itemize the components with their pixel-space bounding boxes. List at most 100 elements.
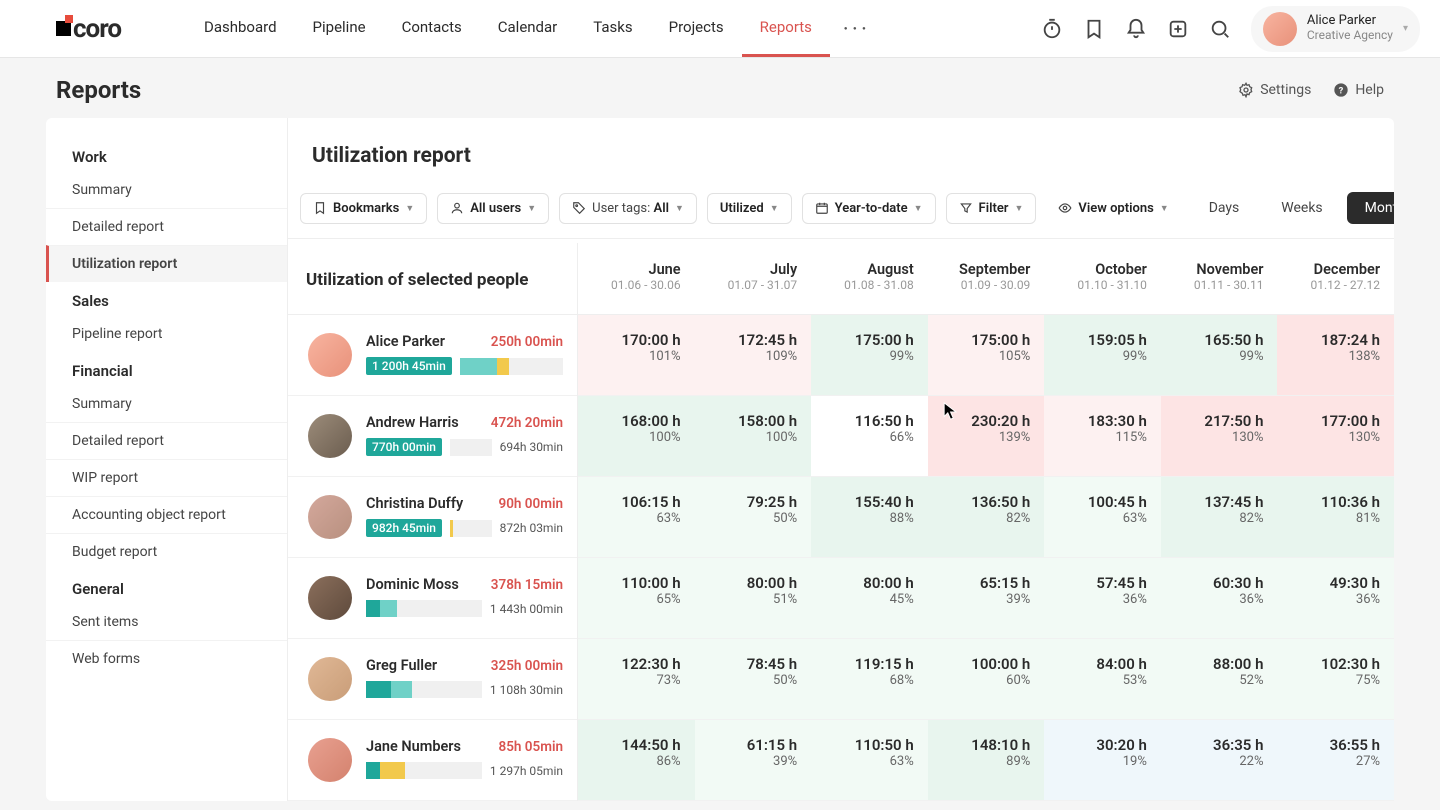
users-filter[interactable]: All users ▼: [437, 193, 549, 224]
month-cell[interactable]: 100:00 h60%: [928, 639, 1045, 719]
month-cell[interactable]: 137:45 h82%: [1161, 477, 1278, 557]
seg-weeks[interactable]: Weeks: [1263, 192, 1340, 224]
month-cell[interactable]: 88:00 h52%: [1161, 639, 1278, 719]
filter-button[interactable]: Filter ▼: [946, 193, 1037, 224]
side-item[interactable]: Utilization report: [46, 245, 287, 282]
side-item[interactable]: Summary: [46, 172, 287, 208]
search-icon[interactable]: [1209, 18, 1231, 40]
timer-icon[interactable]: [1041, 18, 1063, 40]
month-cell[interactable]: 57:45 h36%: [1044, 558, 1161, 638]
months-scroll[interactable]: June01.06 - 30.06July01.07 - 31.07August…: [578, 243, 1394, 801]
bookmarks-filter[interactable]: Bookmarks ▼: [300, 193, 427, 224]
date-filter[interactable]: Year-to-date ▼: [802, 193, 936, 224]
person-row[interactable]: Andrew Harris472h 20min770h 00min694h 30…: [288, 396, 577, 477]
month-cell[interactable]: 60:30 h36%: [1161, 558, 1278, 638]
avatar: [308, 738, 352, 782]
month-cell[interactable]: 36:35 h22%: [1161, 720, 1278, 800]
utilized-filter[interactable]: Utilized ▼: [707, 193, 792, 224]
person-row[interactable]: Greg Fuller325h 00min1 108h 30min: [288, 639, 577, 720]
month-cell[interactable]: 187:24 h138%: [1277, 315, 1394, 395]
page-actions: Settings ? Help: [1238, 82, 1384, 98]
side-group-sales: Sales: [46, 282, 287, 316]
side-item[interactable]: Summary: [46, 386, 287, 422]
month-cell[interactable]: 175:00 h105%: [928, 315, 1045, 395]
person-row[interactable]: Jane Numbers85h 05min1 297h 05min: [288, 720, 577, 801]
month-cell[interactable]: 136:50 h82%: [928, 477, 1045, 557]
month-cell[interactable]: 106:15 h63%: [578, 477, 695, 557]
month-cell[interactable]: 110:36 h81%: [1277, 477, 1394, 557]
nav-contacts[interactable]: Contacts: [384, 0, 480, 57]
chevron-down-icon: ▼: [1160, 203, 1169, 214]
side-item[interactable]: Sent items: [46, 604, 287, 640]
month-cell[interactable]: 100:45 h63%: [1044, 477, 1161, 557]
month-cell[interactable]: 80:00 h45%: [811, 558, 928, 638]
side-item[interactable]: Pipeline report: [46, 316, 287, 352]
side-item[interactable]: Detailed report: [46, 422, 287, 459]
nav-projects[interactable]: Projects: [651, 0, 742, 57]
settings-label: Settings: [1260, 82, 1311, 98]
nav-pipeline[interactable]: Pipeline: [295, 0, 384, 57]
nav-calendar[interactable]: Calendar: [480, 0, 576, 57]
content: Utilization report Bookmarks ▼ All users…: [288, 118, 1394, 801]
month-cell[interactable]: 155:40 h88%: [811, 477, 928, 557]
month-cell[interactable]: 168:00 h100%: [578, 396, 695, 476]
month-cell[interactable]: 61:15 h39%: [695, 720, 812, 800]
nav-dashboard[interactable]: Dashboard: [186, 0, 295, 57]
seg-months[interactable]: Months: [1347, 192, 1394, 224]
month-cell[interactable]: 148:10 h89%: [928, 720, 1045, 800]
month-cell[interactable]: 49:30 h36%: [1277, 558, 1394, 638]
month-cell[interactable]: 65:15 h39%: [928, 558, 1045, 638]
side-item[interactable]: Detailed report: [46, 208, 287, 245]
nav-more-icon[interactable]: ● ● ●: [830, 25, 882, 32]
month-cell[interactable]: 119:15 h68%: [811, 639, 928, 719]
side-group-work: Work: [46, 138, 287, 172]
nav-tasks[interactable]: Tasks: [575, 0, 650, 57]
month-cell[interactable]: 110:50 h63%: [811, 720, 928, 800]
month-cell[interactable]: 80:00 h51%: [695, 558, 812, 638]
month-cell[interactable]: 172:45 h109%: [695, 315, 812, 395]
person-row[interactable]: Christina Duffy90h 00min982h 45min872h 0…: [288, 477, 577, 558]
month-cell[interactable]: 30:20 h19%: [1044, 720, 1161, 800]
month-cell[interactable]: 159:05 h99%: [1044, 315, 1161, 395]
month-cell[interactable]: 165:50 h99%: [1161, 315, 1278, 395]
bell-icon[interactable]: [1125, 18, 1147, 40]
tags-filter[interactable]: User tags: All ▼: [559, 193, 697, 224]
month-cell[interactable]: 102:30 h75%: [1277, 639, 1394, 719]
month-cell[interactable]: 79:25 h50%: [695, 477, 812, 557]
logo[interactable]: coro: [56, 14, 121, 44]
month-cell[interactable]: 230:20 h139%: [928, 396, 1045, 476]
help-link[interactable]: ? Help: [1333, 82, 1384, 98]
month-cell[interactable]: 170:00 h101%: [578, 315, 695, 395]
side-item[interactable]: Budget report: [46, 533, 287, 570]
month-cell[interactable]: 122:30 h73%: [578, 639, 695, 719]
person-row[interactable]: Alice Parker250h 00min1 200h 45min: [288, 315, 577, 396]
chevron-down-icon: ▾: [1403, 23, 1408, 34]
month-cell[interactable]: 175:00 h99%: [811, 315, 928, 395]
utilization-bar: [460, 358, 563, 375]
filter-icon: [959, 201, 973, 215]
month-cell[interactable]: 36:55 h27%: [1277, 720, 1394, 800]
side-item[interactable]: WIP report: [46, 459, 287, 496]
month-cell[interactable]: 158:00 h100%: [695, 396, 812, 476]
month-header: October01.10 - 31.10: [1044, 243, 1161, 314]
settings-link[interactable]: Settings: [1238, 82, 1311, 98]
month-cell[interactable]: 217:50 h130%: [1161, 396, 1278, 476]
time-segment: Days Weeks Months: [1191, 192, 1394, 224]
month-cell[interactable]: 177:00 h130%: [1277, 396, 1394, 476]
plus-box-icon[interactable]: [1167, 18, 1189, 40]
month-cell[interactable]: 116:50 h66%: [811, 396, 928, 476]
month-cell[interactable]: 144:50 h86%: [578, 720, 695, 800]
month-cell[interactable]: 78:45 h50%: [695, 639, 812, 719]
person-row[interactable]: Dominic Moss378h 15min1 443h 00min: [288, 558, 577, 639]
side-item[interactable]: Web forms: [46, 640, 287, 677]
month-cell[interactable]: 110:00 h65%: [578, 558, 695, 638]
view-options[interactable]: View options ▼: [1046, 194, 1180, 223]
user-menu[interactable]: Alice Parker Creative Agency ▾: [1251, 6, 1420, 52]
nav-reports[interactable]: Reports: [742, 0, 830, 57]
side-item[interactable]: Accounting object report: [46, 496, 287, 533]
logo-mark-icon: [56, 21, 71, 36]
bookmark-icon[interactable]: [1083, 18, 1105, 40]
month-cell[interactable]: 183:30 h115%: [1044, 396, 1161, 476]
seg-days[interactable]: Days: [1191, 192, 1258, 224]
month-cell[interactable]: 84:00 h53%: [1044, 639, 1161, 719]
